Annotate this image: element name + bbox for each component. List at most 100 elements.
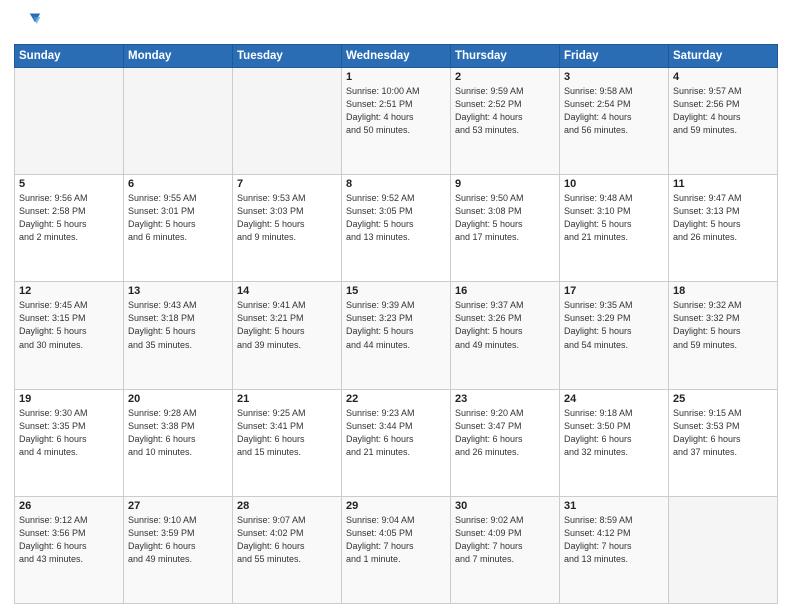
- day-number: 25: [673, 393, 773, 405]
- calendar-cell: [15, 68, 124, 175]
- calendar-cell: 9 Sunrise: 9:50 AM Sunset: 3:08 PM Daylig…: [451, 175, 560, 282]
- calendar-cell: 6Sunrise: 9:55 AM Sunset: 3:01 PM Daylig…: [124, 175, 233, 282]
- day-info: Sunrise: 9:47 AM Sunset: 3:13 PM Dayligh…: [673, 192, 773, 244]
- header: [14, 10, 778, 38]
- day-number: 24: [564, 393, 664, 405]
- day-info: Sunrise: 9:41 AM Sunset: 3:21 PM Dayligh…: [237, 299, 337, 351]
- calendar-cell: 21 Sunrise: 9:25 AM Sunset: 3:41 PM Dayli…: [233, 389, 342, 496]
- weekday-header: Friday: [560, 45, 669, 68]
- calendar-cell: 22 Sunrise: 9:23 AM Sunset: 3:44 PM Dayli…: [342, 389, 451, 496]
- weekday-header: Tuesday: [233, 45, 342, 68]
- calendar-week-row: 5 Sunrise: 9:56 AM Sunset: 2:58 PM Daylig…: [15, 175, 778, 282]
- day-number: 9: [455, 178, 555, 190]
- weekday-header-row: SundayMondayTuesdayWednesdayThursdayFrid…: [15, 45, 778, 68]
- weekday-header: Thursday: [451, 45, 560, 68]
- day-number: 20: [128, 393, 228, 405]
- calendar-cell: 11 Sunrise: 9:47 AM Sunset: 3:13 PM Dayli…: [669, 175, 778, 282]
- calendar-cell: 29Sunrise: 9:04 AM Sunset: 4:05 PM Dayli…: [342, 496, 451, 603]
- day-info: Sunrise: 9:37 AM Sunset: 3:26 PM Dayligh…: [455, 299, 555, 351]
- day-info: Sunrise: 9:45 AM Sunset: 3:15 PM Dayligh…: [19, 299, 119, 351]
- day-number: 30: [455, 500, 555, 512]
- day-number: 23: [455, 393, 555, 405]
- day-info: Sunrise: 9:50 AM Sunset: 3:08 PM Dayligh…: [455, 192, 555, 244]
- day-number: 4: [673, 71, 773, 83]
- logo-icon: [14, 10, 42, 38]
- calendar-cell: 30 Sunrise: 9:02 AM Sunset: 4:09 PM Dayli…: [451, 496, 560, 603]
- day-number: 17: [564, 285, 664, 297]
- calendar-cell: 5 Sunrise: 9:56 AM Sunset: 2:58 PM Daylig…: [15, 175, 124, 282]
- calendar-cell: 26 Sunrise: 9:12 AM Sunset: 3:56 PM Dayli…: [15, 496, 124, 603]
- day-number: 13: [128, 285, 228, 297]
- calendar-cell: 28Sunrise: 9:07 AM Sunset: 4:02 PM Dayli…: [233, 496, 342, 603]
- day-number: 12: [19, 285, 119, 297]
- day-info: Sunrise: 9:12 AM Sunset: 3:56 PM Dayligh…: [19, 514, 119, 566]
- day-info: Sunrise: 9:56 AM Sunset: 2:58 PM Dayligh…: [19, 192, 119, 244]
- day-number: 11: [673, 178, 773, 190]
- day-info: Sunrise: 9:02 AM Sunset: 4:09 PM Dayligh…: [455, 514, 555, 566]
- calendar-week-row: 12 Sunrise: 9:45 AM Sunset: 3:15 PM Dayli…: [15, 282, 778, 389]
- calendar-cell: 16 Sunrise: 9:37 AM Sunset: 3:26 PM Dayli…: [451, 282, 560, 389]
- calendar-week-row: 26 Sunrise: 9:12 AM Sunset: 3:56 PM Dayli…: [15, 496, 778, 603]
- logo: [14, 10, 46, 38]
- calendar-cell: 13 Sunrise: 9:43 AM Sunset: 3:18 PM Dayli…: [124, 282, 233, 389]
- day-info: Sunrise: 9:35 AM Sunset: 3:29 PM Dayligh…: [564, 299, 664, 351]
- calendar-cell: [124, 68, 233, 175]
- calendar-cell: 25 Sunrise: 9:15 AM Sunset: 3:53 PM Dayli…: [669, 389, 778, 496]
- calendar-cell: [233, 68, 342, 175]
- day-number: 31: [564, 500, 664, 512]
- day-number: 5: [19, 178, 119, 190]
- calendar-cell: 18Sunrise: 9:32 AM Sunset: 3:32 PM Dayli…: [669, 282, 778, 389]
- day-info: Sunrise: 9:23 AM Sunset: 3:44 PM Dayligh…: [346, 407, 446, 459]
- day-info: Sunrise: 9:43 AM Sunset: 3:18 PM Dayligh…: [128, 299, 228, 351]
- day-number: 21: [237, 393, 337, 405]
- day-info: Sunrise: 9:25 AM Sunset: 3:41 PM Dayligh…: [237, 407, 337, 459]
- calendar-cell: 10Sunrise: 9:48 AM Sunset: 3:10 PM Dayli…: [560, 175, 669, 282]
- calendar-cell: 3Sunrise: 9:58 AM Sunset: 2:54 PM Daylig…: [560, 68, 669, 175]
- weekday-header: Sunday: [15, 45, 124, 68]
- weekday-header: Monday: [124, 45, 233, 68]
- day-info: Sunrise: 9:15 AM Sunset: 3:53 PM Dayligh…: [673, 407, 773, 459]
- calendar-cell: 31 Sunrise: 8:59 AM Sunset: 4:12 PM Dayli…: [560, 496, 669, 603]
- calendar-cell: 14 Sunrise: 9:41 AM Sunset: 3:21 PM Dayli…: [233, 282, 342, 389]
- calendar-cell: 12 Sunrise: 9:45 AM Sunset: 3:15 PM Dayli…: [15, 282, 124, 389]
- day-info: Sunrise: 9:58 AM Sunset: 2:54 PM Dayligh…: [564, 85, 664, 137]
- day-info: Sunrise: 9:48 AM Sunset: 3:10 PM Dayligh…: [564, 192, 664, 244]
- calendar-cell: 23 Sunrise: 9:20 AM Sunset: 3:47 PM Dayli…: [451, 389, 560, 496]
- calendar-cell: 7Sunrise: 9:53 AM Sunset: 3:03 PM Daylig…: [233, 175, 342, 282]
- day-number: 19: [19, 393, 119, 405]
- day-number: 16: [455, 285, 555, 297]
- calendar-cell: 20 Sunrise: 9:28 AM Sunset: 3:38 PM Dayli…: [124, 389, 233, 496]
- day-info: Sunrise: 9:04 AM Sunset: 4:05 PM Dayligh…: [346, 514, 446, 566]
- calendar-cell: 15Sunrise: 9:39 AM Sunset: 3:23 PM Dayli…: [342, 282, 451, 389]
- day-info: Sunrise: 9:32 AM Sunset: 3:32 PM Dayligh…: [673, 299, 773, 351]
- calendar-cell: 24 Sunrise: 9:18 AM Sunset: 3:50 PM Dayli…: [560, 389, 669, 496]
- page: SundayMondayTuesdayWednesdayThursdayFrid…: [0, 0, 792, 612]
- calendar-cell: 8Sunrise: 9:52 AM Sunset: 3:05 PM Daylig…: [342, 175, 451, 282]
- day-number: 22: [346, 393, 446, 405]
- day-number: 26: [19, 500, 119, 512]
- day-number: 2: [455, 71, 555, 83]
- calendar-table: SundayMondayTuesdayWednesdayThursdayFrid…: [14, 44, 778, 604]
- calendar-cell: 4 Sunrise: 9:57 AM Sunset: 2:56 PM Daylig…: [669, 68, 778, 175]
- day-info: Sunrise: 9:52 AM Sunset: 3:05 PM Dayligh…: [346, 192, 446, 244]
- day-info: Sunrise: 9:28 AM Sunset: 3:38 PM Dayligh…: [128, 407, 228, 459]
- day-number: 6: [128, 178, 228, 190]
- weekday-header: Saturday: [669, 45, 778, 68]
- day-info: Sunrise: 9:59 AM Sunset: 2:52 PM Dayligh…: [455, 85, 555, 137]
- day-number: 15: [346, 285, 446, 297]
- calendar-cell: 17 Sunrise: 9:35 AM Sunset: 3:29 PM Dayli…: [560, 282, 669, 389]
- calendar-cell: [669, 496, 778, 603]
- day-info: Sunrise: 9:30 AM Sunset: 3:35 PM Dayligh…: [19, 407, 119, 459]
- calendar-cell: 2 Sunrise: 9:59 AM Sunset: 2:52 PM Daylig…: [451, 68, 560, 175]
- weekday-header: Wednesday: [342, 45, 451, 68]
- day-info: Sunrise: 9:18 AM Sunset: 3:50 PM Dayligh…: [564, 407, 664, 459]
- calendar-cell: 19 Sunrise: 9:30 AM Sunset: 3:35 PM Dayli…: [15, 389, 124, 496]
- day-info: Sunrise: 8:59 AM Sunset: 4:12 PM Dayligh…: [564, 514, 664, 566]
- day-number: 14: [237, 285, 337, 297]
- day-info: Sunrise: 9:57 AM Sunset: 2:56 PM Dayligh…: [673, 85, 773, 137]
- day-info: Sunrise: 9:20 AM Sunset: 3:47 PM Dayligh…: [455, 407, 555, 459]
- calendar-week-row: 19 Sunrise: 9:30 AM Sunset: 3:35 PM Dayli…: [15, 389, 778, 496]
- calendar-week-row: 1Sunrise: 10:00 AM Sunset: 2:51 PM Dayli…: [15, 68, 778, 175]
- day-number: 27: [128, 500, 228, 512]
- day-number: 7: [237, 178, 337, 190]
